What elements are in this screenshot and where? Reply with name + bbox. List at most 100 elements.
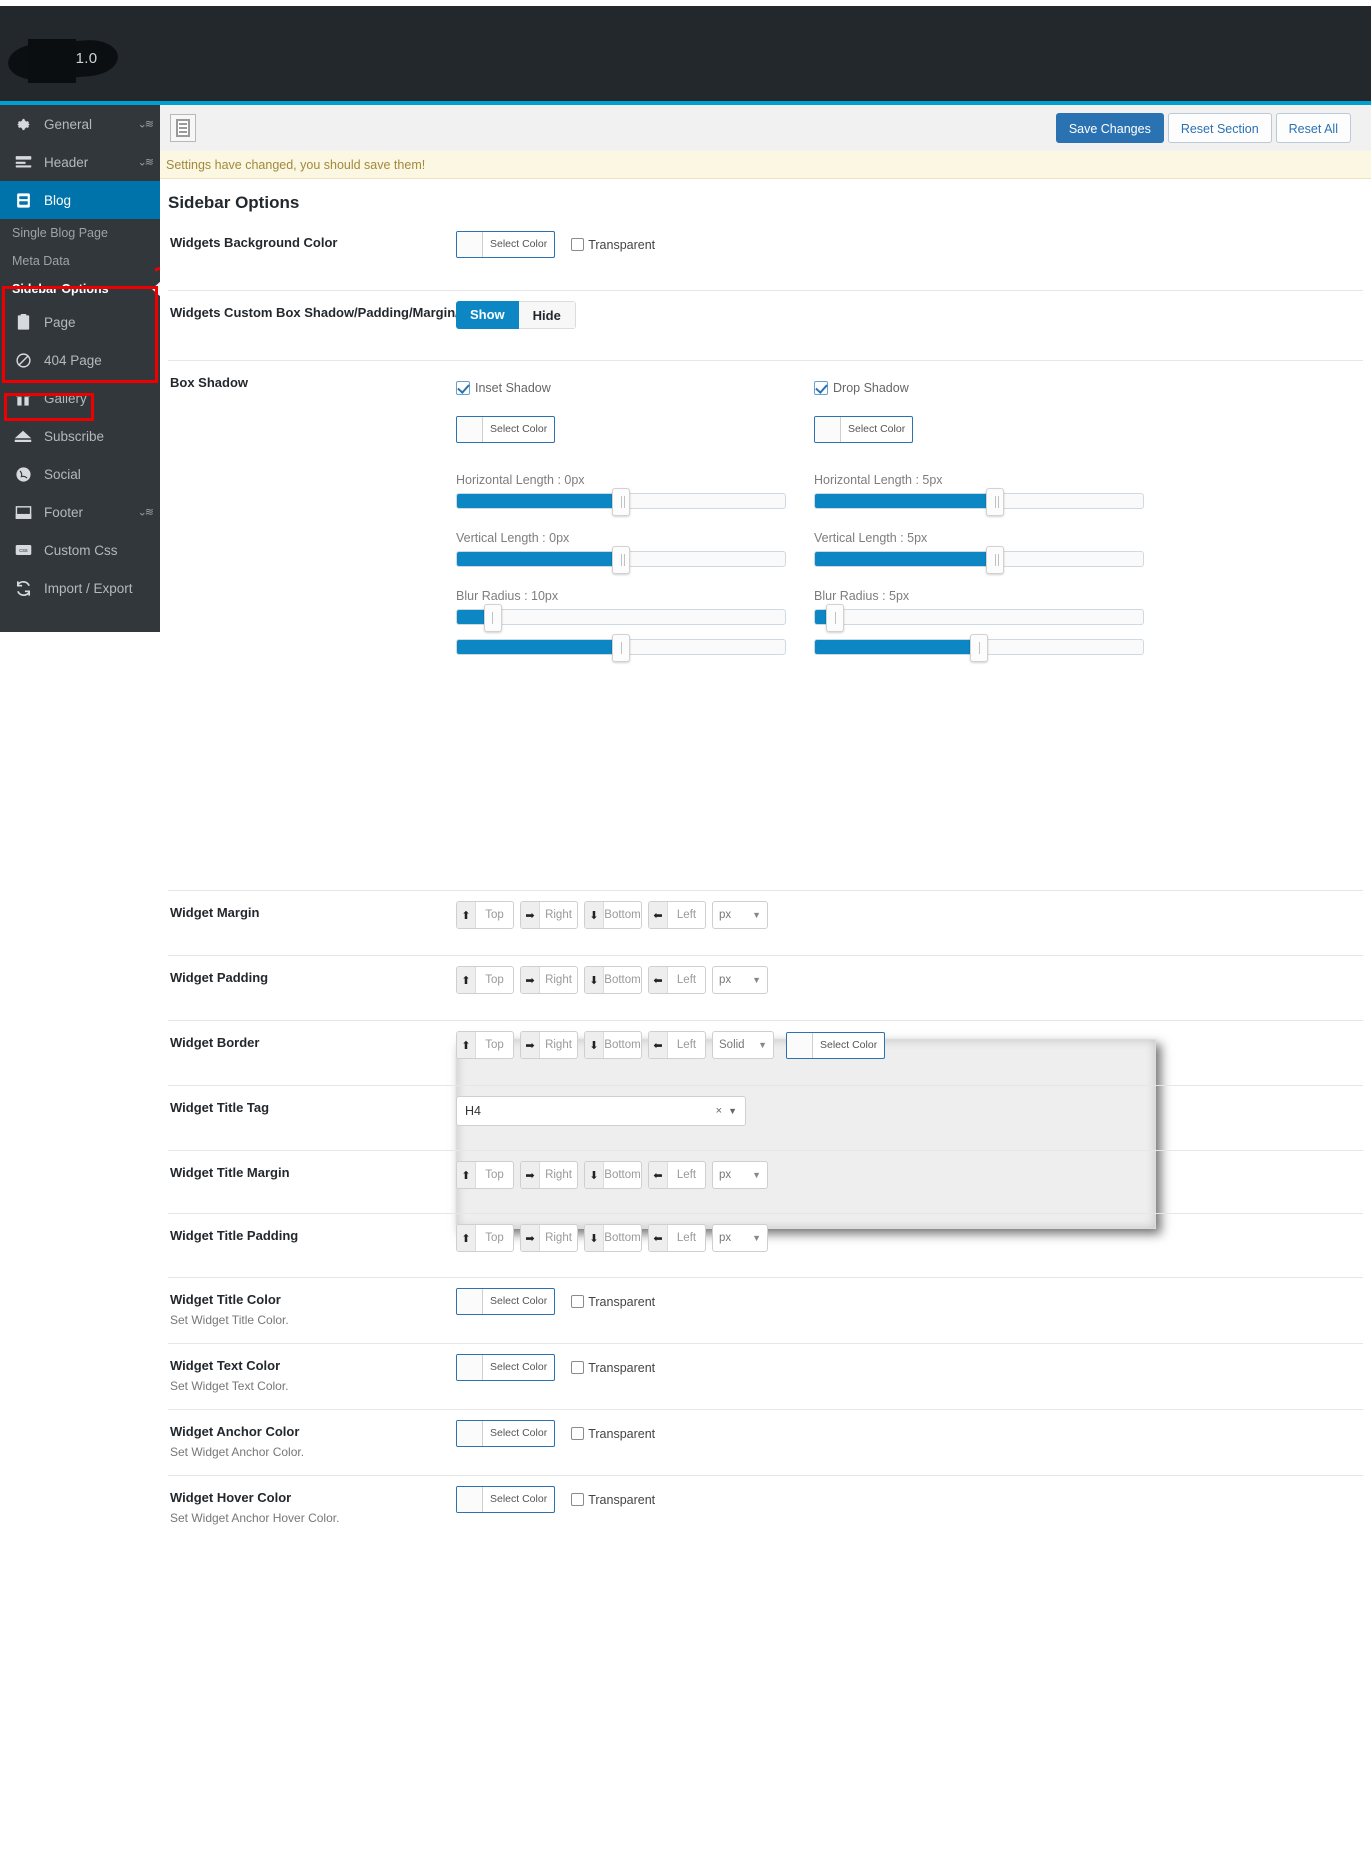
title-margin-left-input[interactable]: ⬅ Left [648,1161,706,1189]
sidebar-item-custom-css[interactable]: css Custom Css [0,531,160,569]
select-color-label: Select Color [490,1295,548,1307]
inset-blur-slider[interactable] [456,604,786,632]
inset-shadow-checkbox[interactable]: Inset Shadow [456,381,551,395]
text-color-select-button[interactable]: Select Color [456,1354,556,1381]
text-color-transparent-checkbox[interactable]: Transparent [571,1361,655,1375]
sidebar-item-footer[interactable]: Footer ⌄≋ [0,493,160,531]
checkbox-box [571,1361,585,1374]
expand-sections-icon[interactable] [170,114,196,142]
margin-right-input[interactable]: ➡ Right [520,901,578,929]
drop-shadow-label: Drop Shadow [833,381,909,395]
row-widget-title-color: Widget Title Color Set Widget Title Colo… [168,1278,1363,1344]
sidebar-item-general[interactable]: General ⌄≋ [0,105,160,143]
border-select-color-button[interactable]: Select Color [786,1031,886,1059]
settings-toolbar: Save Changes Reset Section Reset All [160,105,1371,151]
arrow-right-icon: ➡ [521,967,540,993]
anchor-color-transparent-checkbox[interactable]: Transparent [571,1427,655,1441]
show-hide-toggle[interactable]: Show Hide [456,301,576,329]
hide-option[interactable]: Hide [518,301,576,329]
transparent-label: Transparent [588,1426,656,1441]
chevron-down-icon: ▼ [752,910,761,920]
inset-spread-slider[interactable] [456,634,786,662]
title-margin-bottom-input[interactable]: ⬇ Bottom [584,1161,642,1189]
reset-all-button[interactable]: Reset All [1275,113,1351,143]
row-description: Set Widget Anchor Color. [170,1445,305,1459]
checkbox-box [571,1295,585,1308]
title-padding-bottom-input[interactable]: ⬇ Bottom [584,1224,642,1252]
margin-left-input[interactable]: ⬅ Left [648,901,706,929]
border-right-input[interactable]: ➡ Right [520,1031,578,1059]
anchor-color-select-button[interactable]: Select Color [456,1420,556,1447]
sidebar-subitem-sidebar-options[interactable]: Sidebar Options [0,275,162,303]
margin-bottom-input[interactable]: ⬇ Bottom [584,901,642,929]
padding-unit-select[interactable]: px ▼ [712,966,768,994]
title-color-select-button[interactable]: Select Color [456,1288,556,1315]
sidebar-item-subscribe[interactable]: Subscribe [0,417,160,455]
title-padding-top-input[interactable]: ⬆ Top [456,1224,514,1252]
border-bottom-input[interactable]: ⬇ Bottom [584,1031,642,1059]
hover-color-transparent-checkbox[interactable]: Transparent [571,1493,655,1507]
row-field: H4 × ▼ [456,1096,746,1126]
inset-select-color-button[interactable]: Select Color [456,416,556,443]
row-field: ⬆ Top ➡ Right ⬇ Bottom ⬅ Left px ▼ [456,966,768,994]
inset-horizontal-label: Horizontal Length : 0px [456,473,585,487]
sidebar-subitem-meta-data[interactable]: Meta Data [0,247,160,275]
title-padding-left-input[interactable]: ⬅ Left [648,1224,706,1252]
row-widget-padding: Widget Padding ⬆ Top ➡ Right ⬇ Bottom ⬅ Left… [168,956,1363,1021]
arrow-down-icon: ⬇ [585,1032,604,1058]
border-left-input[interactable]: ⬅ Left [648,1031,706,1059]
row-field: ⬆ Top ➡ Right ⬇ Bottom ⬅ Left px ▼ [456,901,768,929]
hover-color-select-button[interactable]: Select Color [456,1486,556,1513]
transparent-checkbox[interactable]: Transparent [571,238,655,252]
drop-spread-slider[interactable] [814,634,1144,662]
padding-top-input[interactable]: ⬆ Top [456,966,514,994]
title-margin-unit-select[interactable]: px ▼ [712,1161,768,1189]
placeholder-label: Left [676,1039,697,1051]
drop-blur-slider[interactable] [814,604,1144,632]
title-margin-top-input[interactable]: ⬆ Top [456,1161,514,1189]
show-option[interactable]: Show [456,301,519,329]
inset-blur-label: Blur Radius : 10px [456,589,559,603]
title-color-transparent-checkbox[interactable]: Transparent [571,1295,655,1309]
select-color-button[interactable]: Select Color [456,231,556,258]
title-padding-right-input[interactable]: ➡ Right [520,1224,578,1252]
sidebar-item-gallery[interactable]: Gallery [0,379,160,417]
widget-title-tag-select[interactable]: H4 × ▼ [456,1096,746,1126]
drop-vertical-slider[interactable] [814,546,1144,574]
placeholder-label: Top [485,1039,504,1051]
sidebar-item-blog[interactable]: Blog [0,181,160,219]
drop-select-color-button[interactable]: Select Color [814,416,914,443]
sidebar-item-label: Footer [44,504,84,520]
title-margin-right-input[interactable]: ➡ Right [520,1161,578,1189]
inset-vertical-slider[interactable] [456,546,786,574]
drop-shadow-checkbox[interactable]: Drop Shadow [814,381,909,395]
save-changes-button[interactable]: Save Changes [1055,113,1164,143]
reset-section-button[interactable]: Reset Section [1167,113,1272,143]
sidebar-item-social[interactable]: Social [0,455,160,493]
sidebar-item-header[interactable]: Header ⌄≋ [0,143,160,181]
sidebar-subitem-single-blog-page[interactable]: Single Blog Page [0,219,160,247]
border-top-input[interactable]: ⬆ Top [456,1031,514,1059]
clear-icon[interactable]: × [716,1105,722,1117]
inset-horizontal-slider[interactable] [456,488,786,516]
margin-unit-select[interactable]: px ▼ [712,901,768,929]
blog-icon [12,189,34,211]
margin-top-input[interactable]: ⬆ Top [456,901,514,929]
padding-bottom-input[interactable]: ⬇ Bottom [584,966,642,994]
padding-left-input[interactable]: ⬅ Left [648,966,706,994]
sidebar-item-404-page[interactable]: 404 Page [0,341,160,379]
chevron-down-icon[interactable]: ▼ [728,1106,737,1116]
arrow-left-icon: ⬅ [649,1032,668,1058]
sidebar-item-label: Import / Export [44,580,133,596]
row-label: Widget Title Color [170,1292,281,1307]
sidebar-item-label: Social [44,466,81,482]
border-style-select[interactable]: Solid ▼ [712,1031,774,1059]
color-swatch [457,1487,483,1512]
title-padding-unit-select[interactable]: px ▼ [712,1224,768,1252]
sidebar-item-import-export[interactable]: Import / Export [0,569,160,607]
sidebar-item-page[interactable]: Page [0,303,160,341]
drop-horizontal-slider[interactable] [814,488,1144,516]
padding-right-input[interactable]: ➡ Right [520,966,578,994]
chevron-down-icon: ▼ [752,1170,761,1180]
arrow-up-icon: ⬆ [457,902,476,928]
